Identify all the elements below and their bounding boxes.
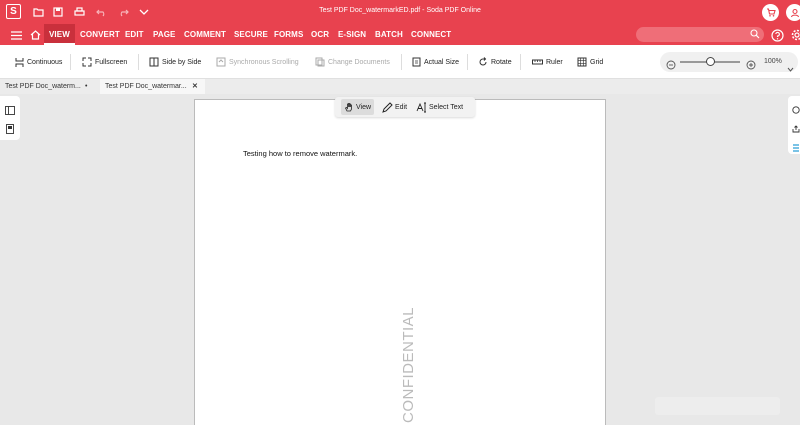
menu-forms[interactable]: FORMS xyxy=(274,24,303,45)
ruler-icon xyxy=(532,59,543,65)
sync-scrolling-button[interactable]: Synchronous Scrolling xyxy=(216,56,299,68)
sync-scrolling-label: Synchronous Scrolling xyxy=(229,58,299,66)
help-icon[interactable] xyxy=(769,27,785,43)
menu-secure[interactable]: SECURE xyxy=(234,24,268,45)
search-input[interactable] xyxy=(636,27,764,42)
menu-convert[interactable]: CONVERT xyxy=(80,24,120,45)
menu-connect[interactable]: CONNECT xyxy=(411,24,451,45)
select-text-label: Select Text xyxy=(429,103,464,111)
cart-icon[interactable] xyxy=(762,4,779,21)
menu-ocr[interactable]: OCR xyxy=(311,24,329,45)
rotate-icon xyxy=(479,57,487,66)
document-body-text[interactable]: Testing how to remove watermark. xyxy=(243,149,357,158)
properties-icon[interactable] xyxy=(792,139,800,157)
bookmark-icon[interactable] xyxy=(6,121,14,139)
zoom-slider-handle[interactable] xyxy=(706,57,715,66)
watermark-text[interactable]: CONFIDENTIAL xyxy=(400,307,417,423)
menu-batch[interactable]: BATCH xyxy=(375,24,403,45)
side-by-side-button[interactable]: Side by Side xyxy=(149,56,201,68)
side-by-side-icon xyxy=(149,57,159,67)
menu-comment[interactable]: COMMENT xyxy=(184,24,226,45)
actual-size-label: Actual Size xyxy=(424,58,460,66)
actual-size-button[interactable]: Actual Size xyxy=(412,56,459,68)
change-documents-icon xyxy=(315,57,325,67)
zoom-dropdown-icon[interactable] xyxy=(787,59,794,77)
comment-icon[interactable] xyxy=(792,101,800,119)
change-documents-button[interactable]: Change Documents xyxy=(315,56,390,68)
zoom-out-icon[interactable] xyxy=(666,57,676,75)
ruler-label: Ruler xyxy=(546,58,563,66)
continuous-icon xyxy=(15,57,24,67)
hand-icon xyxy=(344,103,352,112)
side-by-side-label: Side by Side xyxy=(162,58,202,66)
document-tab-1[interactable]: Test PDF Doc_waterm... • xyxy=(5,79,100,94)
view-mode-button[interactable]: View xyxy=(341,99,375,115)
menu-icon[interactable] xyxy=(8,27,24,43)
pdf-page[interactable]: Testing how to remove watermark. CONFIDE… xyxy=(194,99,606,425)
notification-placeholder xyxy=(655,397,780,415)
fullscreen-icon xyxy=(82,57,92,67)
unsaved-indicator: • xyxy=(85,83,88,90)
settings-icon[interactable] xyxy=(789,27,800,43)
actual-size-icon xyxy=(412,57,421,67)
left-side-panel xyxy=(0,96,20,140)
title-bar: S Test PDF Doc_watermarkED.pdf - Soda PD… xyxy=(0,0,800,24)
sync-scrolling-icon xyxy=(216,57,226,67)
export-icon[interactable] xyxy=(792,120,800,138)
select-text-icon xyxy=(416,102,426,112)
grid-label: Grid xyxy=(590,58,604,66)
grid-icon xyxy=(577,57,587,67)
document-tab-2[interactable]: Test PDF Doc_watermar... ✕ xyxy=(100,79,205,94)
menu-page[interactable]: PAGE xyxy=(153,24,175,45)
toolbar-divider xyxy=(70,54,71,70)
fullscreen-button[interactable]: Fullscreen xyxy=(82,56,127,68)
close-tab-icon[interactable]: ✕ xyxy=(192,79,198,94)
sidebar-toggle-icon[interactable] xyxy=(5,102,15,120)
toolbar-divider xyxy=(520,54,521,70)
pencil-icon xyxy=(382,101,393,113)
document-tabs: Test PDF Doc_waterm... • Test PDF Doc_wa… xyxy=(0,79,800,94)
window-title: Test PDF Doc_watermarkED.pdf - Soda PDF … xyxy=(319,7,481,14)
tab-label: Test PDF Doc_watermar... xyxy=(105,83,187,90)
menu-bar: VIEW CONVERT EDIT PAGE COMMENT SECURE FO… xyxy=(0,24,800,45)
menu-esign[interactable]: E-SIGN xyxy=(338,24,366,45)
toolbar-divider xyxy=(467,54,468,70)
menu-edit[interactable]: EDIT xyxy=(125,24,144,45)
tab-label: Test PDF Doc_waterm... xyxy=(5,83,81,90)
select-text-button[interactable]: Select Text xyxy=(413,99,466,115)
continuous-button[interactable]: Continuous xyxy=(15,56,62,68)
zoom-control: 100% xyxy=(660,52,798,72)
right-side-panel xyxy=(788,96,800,154)
view-toolbar: Continuous Fullscreen Side by Side Synch… xyxy=(0,45,800,79)
search-icon[interactable] xyxy=(750,29,760,39)
change-documents-label: Change Documents xyxy=(328,58,390,66)
zoom-value[interactable]: 100% xyxy=(764,58,782,65)
toolbar-divider xyxy=(138,54,139,70)
continuous-label: Continuous xyxy=(27,58,63,66)
rotate-button[interactable]: Rotate xyxy=(478,56,512,68)
menu-view[interactable]: VIEW xyxy=(44,24,75,45)
view-mode-label: View xyxy=(356,103,372,111)
edit-mode-label: Edit xyxy=(395,103,408,111)
mode-switcher: View Edit Select Text xyxy=(335,97,475,117)
home-icon[interactable] xyxy=(27,27,43,43)
toolbar-divider xyxy=(401,54,402,70)
account-icon[interactable] xyxy=(786,4,800,21)
zoom-in-icon[interactable] xyxy=(746,57,756,75)
edit-mode-button[interactable]: Edit xyxy=(379,99,410,115)
ruler-button[interactable]: Ruler xyxy=(532,56,563,68)
grid-button[interactable]: Grid xyxy=(577,56,603,68)
rotate-label: Rotate xyxy=(491,58,512,66)
fullscreen-label: Fullscreen xyxy=(95,58,128,66)
